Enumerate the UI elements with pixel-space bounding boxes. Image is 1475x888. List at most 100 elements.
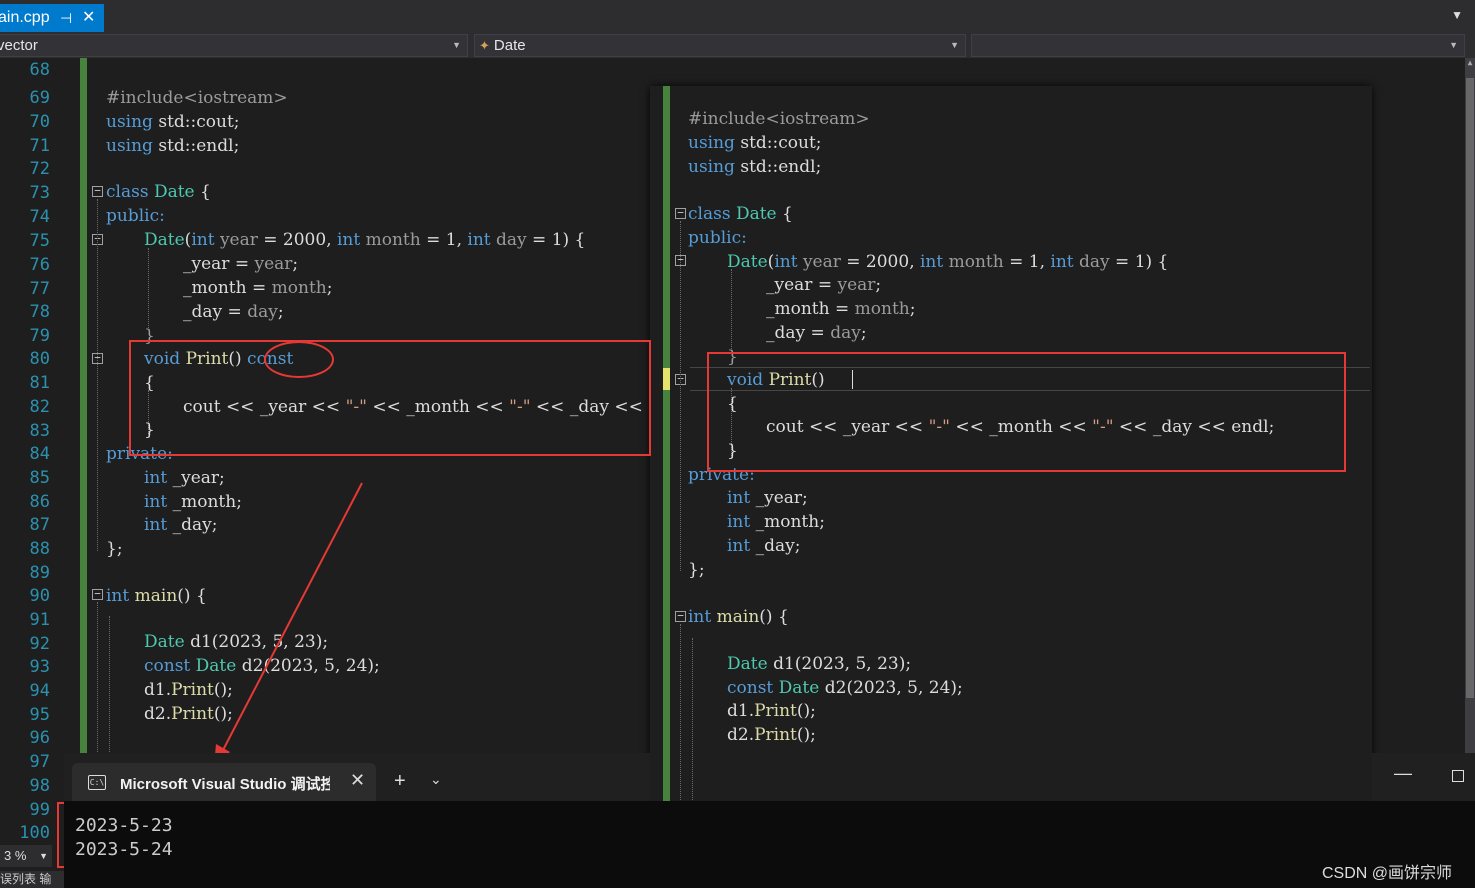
collapse-icon[interactable]: − (92, 185, 103, 197)
change-tracking-bar (80, 58, 87, 758)
line-number: 81 (29, 373, 50, 393)
code-line: _month = month; (183, 278, 333, 298)
function-dropdown[interactable]: ▼ (971, 34, 1465, 57)
new-tab-button[interactable]: + (394, 770, 406, 793)
structure-guide (692, 638, 693, 806)
scope-dropdown-value: vector (0, 37, 38, 54)
line-number: 99 (29, 800, 50, 820)
scroll-up-icon[interactable]: ▲ (1465, 58, 1475, 67)
pin-icon[interactable]: ⊣ (60, 4, 72, 32)
code-line: _day = day; (183, 302, 284, 322)
code-line: d2.Print(); (144, 704, 233, 724)
line-number: 85 (29, 468, 50, 488)
line-number: 76 (29, 255, 50, 275)
collapse-icon[interactable]: − (675, 610, 686, 622)
structure-guide (731, 269, 732, 349)
code-line: Date d1(2023, 5, 23); (144, 632, 329, 652)
close-icon[interactable]: ✕ (350, 770, 365, 791)
code-line: public: (106, 206, 165, 226)
member-dropdown[interactable]: ✦ Date ▼ (474, 34, 966, 57)
line-number: 71 (29, 136, 50, 156)
collapse-icon[interactable]: − (675, 207, 686, 219)
scrollbar-thumb[interactable] (1466, 78, 1474, 698)
member-dropdown-value: Date (493, 37, 526, 54)
code-line: const Date d2(2023, 5, 24); (727, 678, 963, 698)
structure-guide (148, 248, 149, 328)
watermark: CSDN @画饼宗师 (1322, 865, 1453, 882)
structure-guide (680, 624, 681, 804)
line-number: 89 (29, 563, 50, 583)
code-line: _day = day; (766, 323, 867, 343)
line-number: 80 (29, 349, 50, 369)
window-controls: — (1372, 753, 1475, 801)
code-line: }; (688, 560, 705, 580)
annotation-box-print-no-const (707, 352, 1346, 472)
line-number: 97 (29, 752, 50, 772)
line-number: 87 (29, 515, 50, 535)
structure-guide (97, 199, 98, 551)
code-line: }; (106, 539, 123, 559)
console-tab[interactable]: C:\ Microsoft Visual Studio 调试控 ✕ (72, 763, 376, 801)
console-output-line: 2023-5-23 (75, 815, 173, 836)
tab-main-cpp[interactable]: ain.cpp ⊣ ✕ (0, 4, 104, 32)
line-number: 70 (29, 112, 50, 132)
terminal-icon: C:\ (88, 775, 106, 790)
code-line: d2.Print(); (727, 725, 816, 745)
code-line: int _month; (144, 492, 242, 512)
line-number: 75 (29, 231, 50, 251)
line-number: 90 (29, 586, 50, 606)
tab-overflow-chevron-icon[interactable]: ▼ (1451, 8, 1463, 22)
class-icon: ✦ (479, 38, 490, 53)
console-output-line: 2023-5-24 (75, 839, 173, 860)
close-icon[interactable]: ✕ (82, 4, 95, 32)
code-line: const Date d2(2023, 5, 24); (144, 656, 380, 676)
code-line: #include<iostream> (106, 88, 288, 108)
code-line: class Date { (688, 204, 793, 224)
chevron-down-icon: ▼ (1449, 40, 1458, 50)
code-line: int main() { (106, 586, 207, 606)
console-output: 2023-5-23 2023-5-24 (64, 801, 1475, 888)
code-line: using std::cout; (688, 133, 822, 153)
line-number: 94 (29, 681, 50, 701)
code-line: Date(int year = 2000, int month = 1, int… (144, 230, 586, 250)
line-number: 74 (29, 207, 50, 227)
line-number: 88 (29, 539, 50, 559)
change-tracking-bar (663, 86, 670, 806)
line-number: 95 (29, 705, 50, 725)
code-line: Date(int year = 2000, int month = 1, int… (727, 252, 1169, 272)
code-line: Date d1(2023, 5, 23); (727, 654, 912, 674)
code-line: public: (688, 228, 747, 248)
structure-guide (680, 221, 681, 571)
console-tab-title: Microsoft Visual Studio 调试控 (120, 776, 330, 793)
document-tab-bar: ain.cpp ⊣ ✕ ▼ (0, 0, 1475, 34)
chevron-down-icon[interactable]: ⌄ (430, 771, 442, 788)
scope-dropdown[interactable]: vector ▼ (0, 34, 468, 57)
code-line: _year = year; (183, 254, 299, 274)
code-line: #include<iostream> (688, 109, 870, 129)
navigation-bar: vector ▼ ✦ Date ▼ ▼ (0, 34, 1475, 58)
code-line: using std::cout; (106, 112, 240, 132)
line-number: 83 (29, 421, 50, 441)
code-line: _month = month; (766, 299, 916, 319)
bottom-panel-tabs[interactable]: 误列表 输 (0, 871, 64, 888)
collapse-icon[interactable]: − (92, 588, 103, 600)
code-line: using std::endl; (106, 136, 240, 156)
zoom-dropdown[interactable]: 3 % ▼ (0, 845, 52, 867)
code-line: d1.Print(); (144, 680, 233, 700)
line-number: 96 (29, 728, 50, 748)
line-number: 100 (19, 823, 50, 843)
code-line: int _month; (727, 512, 825, 532)
chevron-down-icon: ▼ (452, 40, 461, 50)
line-number: 98 (29, 776, 50, 796)
maximize-button[interactable] (1452, 770, 1464, 782)
line-number: 77 (29, 279, 50, 299)
line-number: 91 (29, 610, 50, 630)
console-tab-strip: C:\ Microsoft Visual Studio 调试控 ✕ + ⌄ (64, 753, 650, 801)
tab-label: ain.cpp (0, 9, 50, 26)
annotation-ellipse-const (264, 341, 334, 378)
minimize-button[interactable]: — (1394, 763, 1412, 784)
code-line: d1.Print(); (727, 701, 816, 721)
code-line: class Date { (106, 182, 211, 202)
chevron-down-icon: ▼ (950, 40, 959, 50)
line-number: 68 (29, 60, 50, 80)
